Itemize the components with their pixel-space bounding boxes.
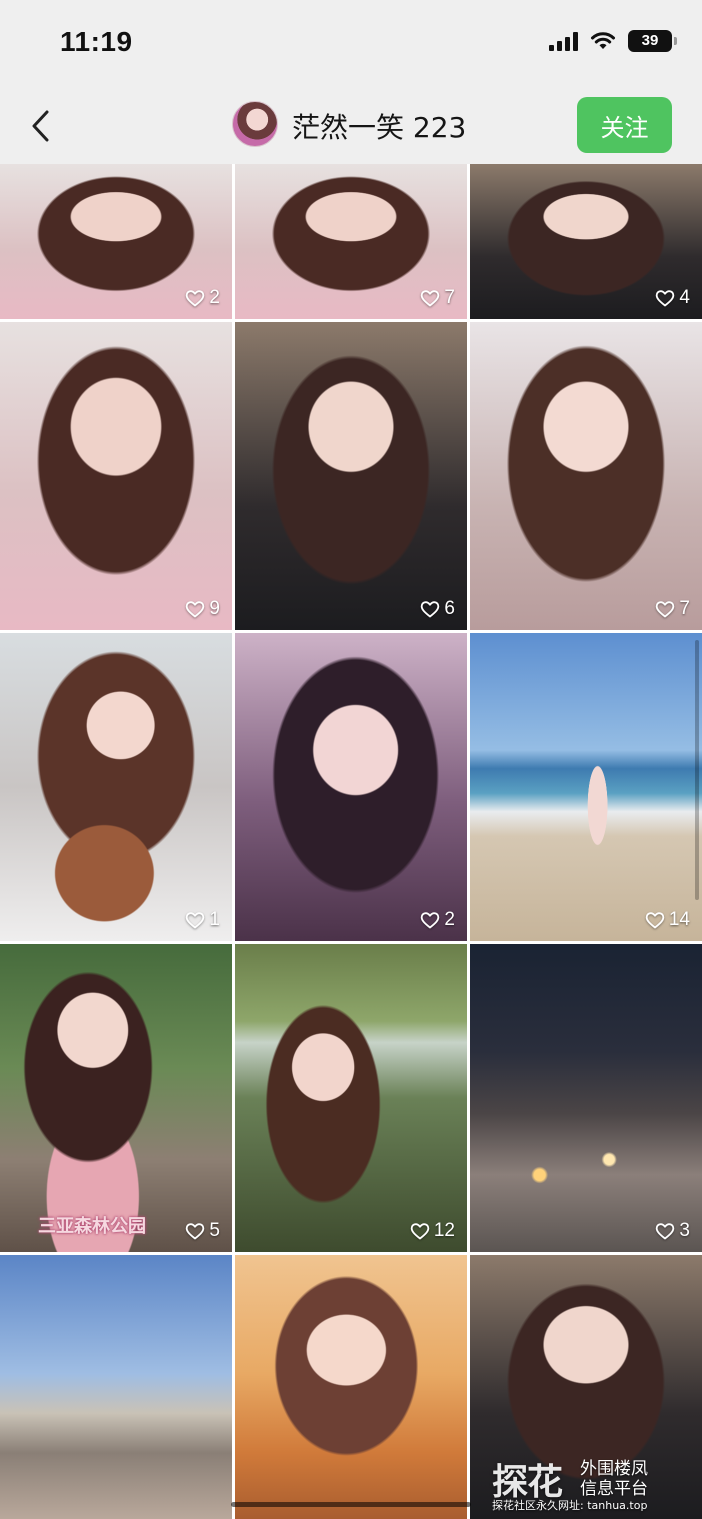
like-count-value: 2 — [209, 287, 220, 308]
heart-icon — [656, 1223, 675, 1240]
heart-icon — [186, 1223, 205, 1240]
heart-icon — [421, 912, 440, 929]
video-thumbnail[interactable]: 9 — [0, 322, 232, 630]
heart-icon — [186, 601, 205, 618]
video-thumbnail[interactable]: 4 — [470, 164, 702, 319]
like-count: 2 — [420, 909, 455, 931]
heart-icon — [421, 601, 440, 618]
like-count: 7 — [420, 287, 455, 309]
like-count: 14 — [645, 909, 690, 931]
follow-button[interactable]: 关注 — [577, 97, 672, 153]
like-count-value: 7 — [444, 287, 455, 308]
video-thumbnail[interactable] — [235, 1255, 467, 1519]
avatar[interactable] — [232, 101, 278, 147]
like-count: 5 — [185, 1220, 220, 1242]
status-icons: 39 — [549, 30, 677, 52]
heart-icon — [186, 290, 205, 307]
home-indicator[interactable] — [231, 1502, 471, 1507]
watermark-line2: 信息平台 — [580, 1479, 648, 1499]
video-thumbnail[interactable]: 1 — [0, 633, 232, 941]
like-count: 6 — [420, 598, 455, 620]
like-count: 4 — [655, 287, 690, 309]
like-count-value: 2 — [444, 909, 455, 930]
like-count-value: 12 — [433, 1220, 455, 1241]
like-count-value: 14 — [668, 909, 690, 930]
video-thumbnail[interactable]: 7 — [235, 164, 467, 319]
thumbnail-caption: 三亚森林公园 — [38, 1216, 146, 1237]
video-thumbnail[interactable]: 14 — [470, 633, 702, 941]
like-count-value: 1 — [209, 909, 220, 930]
like-count: 9 — [185, 598, 220, 620]
heart-icon — [645, 912, 665, 929]
video-thumbnail[interactable]: 3 — [470, 944, 702, 1252]
like-count: 1 — [185, 909, 220, 931]
video-thumbnail[interactable]: 12 — [235, 944, 467, 1252]
battery-level: 39 — [641, 32, 659, 49]
like-count: 3 — [655, 1220, 690, 1242]
like-count-value: 6 — [444, 598, 455, 619]
video-thumbnail[interactable]: 三亚森林公园 5 — [0, 944, 232, 1252]
like-count: 12 — [410, 1220, 455, 1242]
heart-icon — [656, 601, 675, 618]
like-count-value: 5 — [209, 1220, 220, 1241]
chevron-left-icon — [32, 110, 49, 142]
profile-username: 茫然一笑 223 — [292, 111, 467, 144]
like-count-value: 9 — [209, 598, 220, 619]
heart-icon — [421, 290, 440, 307]
video-grid: 2 7 4 9 6 7 1 2 14 三亚森林公园 5 12 3 — [0, 164, 702, 1519]
video-thumbnail[interactable]: 6 — [235, 322, 467, 630]
scrollbar[interactable] — [695, 640, 699, 900]
video-thumbnail[interactable]: 7 — [470, 322, 702, 630]
wifi-icon — [590, 31, 616, 51]
back-button[interactable] — [22, 104, 58, 148]
heart-icon — [186, 912, 205, 929]
status-time: 11:19 — [60, 26, 133, 57]
heart-icon — [410, 1223, 430, 1240]
watermark-footer: 探花社区永久网址: tanhua.top — [492, 1499, 648, 1512]
like-count: 2 — [185, 287, 220, 309]
like-count: 7 — [655, 598, 690, 620]
like-count-value: 7 — [679, 598, 690, 619]
battery-icon: 39 — [628, 30, 677, 52]
video-thumbnail[interactable]: 2 — [0, 164, 232, 319]
like-count-value: 3 — [679, 1220, 690, 1241]
status-bar: 11:19 39 — [0, 0, 702, 88]
video-thumbnail[interactable] — [0, 1255, 232, 1519]
like-count-value: 4 — [679, 287, 690, 308]
profile-header: 茫然一笑 223 关注 — [0, 88, 702, 164]
heart-icon — [656, 290, 675, 307]
watermark: 探花 外围楼凤 信息平台 探花社区永久网址: tanhua.top — [492, 1453, 694, 1515]
watermark-line1: 外围楼凤 — [580, 1459, 648, 1479]
video-thumbnail[interactable]: 2 — [235, 633, 467, 941]
watermark-tagline: 外围楼凤 信息平台 — [580, 1459, 692, 1499]
cellular-signal-icon — [549, 31, 578, 51]
